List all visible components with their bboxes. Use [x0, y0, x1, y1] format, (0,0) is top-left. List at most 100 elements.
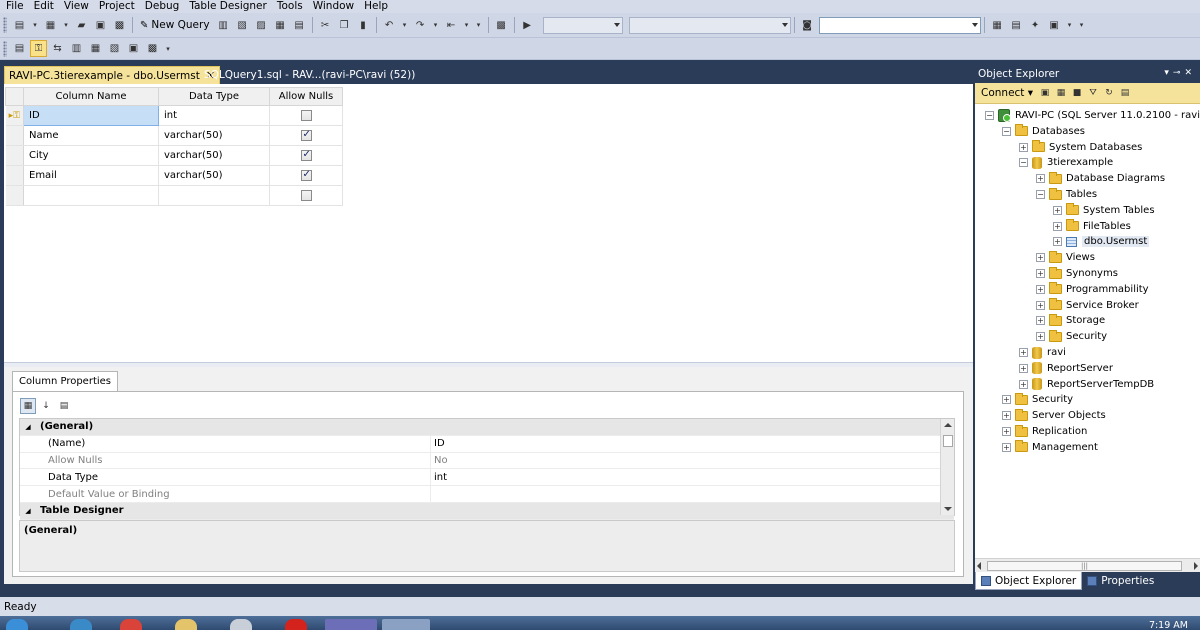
alphabetical-icon[interactable]: ↓: [38, 398, 54, 414]
close-icon[interactable]: ✕: [1184, 68, 1196, 78]
property-value[interactable]: int: [430, 469, 447, 486]
save-icon[interactable]: ▣: [92, 17, 109, 34]
expand-icon[interactable]: +: [1002, 395, 1011, 405]
allow-nulls-checkbox[interactable]: [300, 169, 312, 181]
tab-object-explorer[interactable]: Object Explorer: [975, 572, 1083, 590]
start-debugging-icon[interactable]: ▶: [519, 17, 536, 34]
open-file-icon[interactable]: ▰: [73, 17, 90, 34]
tree-node[interactable]: + Server Objects: [1002, 408, 1106, 423]
mdx-query-icon[interactable]: ▨: [253, 17, 270, 34]
save-all-icon[interactable]: ▩: [111, 17, 128, 34]
dropdown-arrow-icon[interactable]: ▾: [61, 17, 71, 34]
dropdown-arrow-icon[interactable]: ▾: [462, 17, 472, 34]
tree-node[interactable]: − Databases: [1002, 124, 1085, 139]
menu-edit[interactable]: Edit: [29, 0, 59, 13]
row-selector[interactable]: [5, 185, 24, 206]
property-category[interactable]: ◢ (General): [20, 419, 954, 436]
horizontal-scrollbar[interactable]: |||: [975, 558, 1200, 572]
tab-table-designer[interactable]: RAVI-PC.3tierexample - dbo.Usermst ✕: [4, 66, 221, 84]
tree-node[interactable]: + Management: [1002, 440, 1098, 455]
table-row[interactable]: Name varchar(50): [5, 125, 343, 146]
start-button-icon[interactable]: [6, 619, 28, 630]
toolbar-options-icon[interactable]: ▾: [163, 40, 173, 57]
registered-servers-icon[interactable]: ▦: [989, 17, 1006, 34]
scroll-thumb[interactable]: [943, 435, 953, 447]
tree-node[interactable]: + ReportServerTempDB: [1019, 377, 1154, 392]
allow-nulls-checkbox[interactable]: [300, 109, 312, 121]
solution-platform-select[interactable]: [628, 16, 791, 34]
generate-change-script-icon[interactable]: ▤: [11, 40, 28, 57]
tab-column-properties[interactable]: Column Properties: [12, 371, 119, 391]
data-type-cell[interactable]: varchar(50): [158, 145, 270, 166]
app-icon[interactable]: [230, 619, 252, 630]
row-selector[interactable]: [5, 145, 24, 166]
dropdown-arrow-icon[interactable]: ▾: [431, 17, 441, 34]
add-item-icon[interactable]: ▦: [42, 17, 59, 34]
vertical-scrollbar[interactable]: [940, 419, 954, 515]
scroll-left-icon[interactable]: [977, 562, 981, 570]
new-project-icon[interactable]: ▤: [11, 17, 28, 34]
data-type-cell[interactable]: varchar(50): [158, 125, 270, 146]
table-row[interactable]: [5, 185, 343, 206]
column-name-cell[interactable]: ID: [23, 105, 159, 126]
internet-explorer-icon[interactable]: [70, 619, 92, 630]
analysis-query-icon[interactable]: ▧: [234, 17, 251, 34]
expand-icon[interactable]: +: [1019, 348, 1028, 357]
row-selector[interactable]: [5, 165, 24, 186]
expand-icon[interactable]: +: [1019, 363, 1028, 373]
tree-node[interactable]: + Replication: [1002, 424, 1087, 439]
scroll-up-icon[interactable]: [944, 423, 952, 427]
dmx-query-icon[interactable]: ▦: [272, 17, 289, 34]
expand-icon[interactable]: +: [1036, 300, 1045, 310]
paste-icon[interactable]: ▮: [355, 17, 372, 34]
tree-node[interactable]: + Security: [1036, 329, 1107, 344]
data-type-cell[interactable]: [158, 185, 270, 206]
xmla-query-icon[interactable]: ▤: [291, 17, 308, 34]
expand-icon[interactable]: +: [1002, 411, 1011, 421]
template-explorer-icon[interactable]: ✦: [1027, 17, 1044, 34]
tree-node[interactable]: + Storage: [1036, 313, 1105, 328]
redo-icon[interactable]: ↷: [412, 17, 429, 34]
expand-icon[interactable]: +: [1053, 221, 1062, 231]
dropdown-arrow-icon[interactable]: ▾: [400, 17, 410, 34]
solution-configuration-select[interactable]: [542, 16, 623, 34]
expand-icon[interactable]: +: [1019, 379, 1028, 389]
navigate-backward-icon[interactable]: ⇤: [443, 17, 460, 34]
find-combo[interactable]: [818, 16, 981, 34]
scroll-right-icon[interactable]: [1194, 562, 1198, 570]
collapse-icon[interactable]: −: [1036, 190, 1045, 199]
menu-project[interactable]: Project: [94, 0, 140, 13]
expand-icon[interactable]: +: [1036, 174, 1045, 184]
toolbar-grip[interactable]: [3, 17, 7, 33]
menu-tools[interactable]: Tools: [272, 0, 308, 13]
property-row[interactable]: Default Value or Binding: [20, 486, 954, 503]
copy-icon[interactable]: ❐: [336, 17, 353, 34]
tree-node[interactable]: + Database Diagrams: [1036, 171, 1165, 186]
tree-node[interactable]: + System Tables: [1053, 203, 1155, 218]
manage-indexes-icon[interactable]: ▥: [68, 40, 85, 57]
table-row[interactable]: ▸⚿ ID int: [5, 105, 343, 126]
expand-icon[interactable]: +: [1053, 205, 1062, 215]
property-value[interactable]: ID: [430, 435, 445, 452]
stop-icon[interactable]: ■: [1070, 86, 1084, 100]
expand-icon[interactable]: +: [1002, 442, 1011, 452]
property-pages-icon[interactable]: ▤: [56, 398, 72, 414]
scroll-down-icon[interactable]: [944, 507, 952, 511]
tree-node[interactable]: + Views: [1036, 250, 1095, 265]
expand-icon[interactable]: +: [1036, 316, 1045, 326]
tree-node[interactable]: − RAVI-PC (SQL Server 11.0.2100 - ravi-PC…: [985, 108, 1200, 123]
filter-icon[interactable]: ⛛: [1086, 86, 1100, 100]
database-engine-query-icon[interactable]: ▥: [215, 17, 232, 34]
disconnect-icon[interactable]: ▦: [1054, 86, 1068, 100]
property-row[interactable]: Allow Nulls No: [20, 452, 954, 470]
expand-icon[interactable]: +: [1053, 237, 1062, 247]
activity-monitor-icon[interactable]: ▩: [493, 17, 510, 34]
dropdown-arrow-icon[interactable]: ▾: [1065, 17, 1075, 34]
collapse-triangle-icon[interactable]: ◢: [20, 423, 36, 431]
column-name-cell[interactable]: Name: [23, 125, 159, 146]
tree-node[interactable]: − 3tierexample: [1019, 155, 1113, 170]
table-row[interactable]: City varchar(50): [5, 145, 343, 166]
dropdown-arrow-icon[interactable]: ▾: [474, 17, 484, 34]
tab-sql-query[interactable]: SQLQuery1.sql - RAV...(ravi-PC\ravi (52)…: [204, 69, 415, 81]
ssms-task-icon[interactable]: [382, 619, 430, 630]
